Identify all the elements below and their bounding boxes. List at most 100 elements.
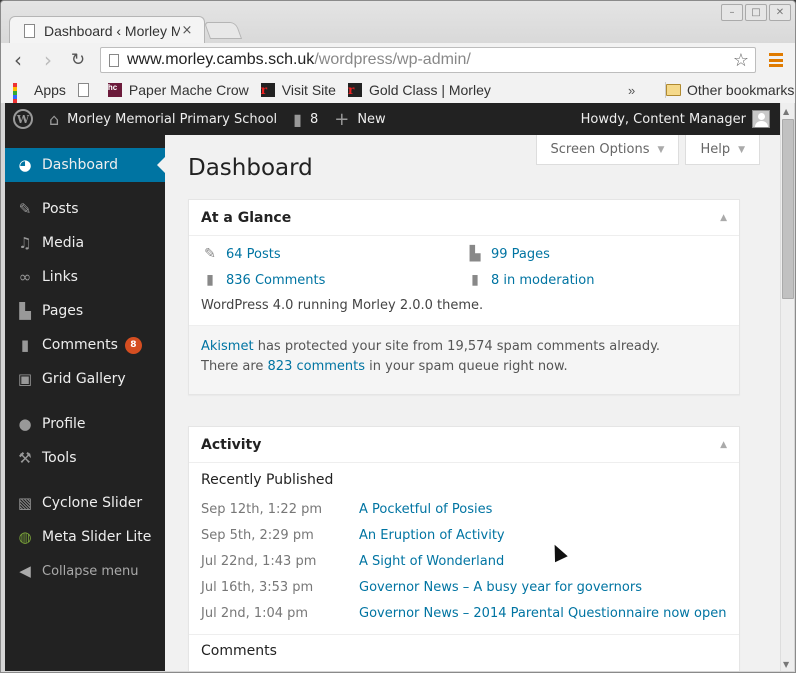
list-item: Jul 22nd, 1:43 pm A Sight of Wonderland <box>201 548 727 574</box>
back-button[interactable]: ‹ <box>5 47 31 73</box>
forward-button[interactable]: › <box>35 47 61 73</box>
window-controls: – □ ✕ <box>721 4 791 21</box>
sidebar-item-cyclone-slider[interactable]: ▧ Cyclone Slider <box>5 486 165 520</box>
list-item: Sep 5th, 2:29 pm An Eruption of Activity <box>201 522 727 548</box>
sidebar-item-media[interactable]: ♫ Media <box>5 226 165 260</box>
site-name-link[interactable]: ⌂ Morley Memorial Primary School <box>41 103 285 135</box>
sidebar-item-label: Comments <box>42 337 118 353</box>
moderation-count-link[interactable]: ▮ 8 in moderation <box>466 272 731 288</box>
browser-window: Dashboard ‹ Morley M × – □ ✕ ‹ › ↻ www.m… <box>0 0 796 673</box>
post-title-link[interactable]: Governor News – A busy year for governor… <box>359 580 642 595</box>
url-text[interactable]: www.morley.cambs.sch.uk/wordpress/wp-adm… <box>127 51 733 69</box>
akismet-stats: Akismet has protected your site from 19,… <box>189 325 739 394</box>
post-title-link[interactable]: A Sight of Wonderland <box>359 554 504 569</box>
media-icon: ♫ <box>18 234 32 252</box>
post-date: Jul 2nd, 1:04 pm <box>201 605 309 621</box>
post-title-link[interactable]: An Eruption of Activity <box>359 528 505 543</box>
new-tab-button[interactable] <box>203 22 243 39</box>
sidebar-item-label: Grid Gallery <box>42 371 126 387</box>
sidebar-item-profile[interactable]: ● Profile <box>5 407 165 441</box>
comments-count-link[interactable]: ▮ 836 Comments <box>201 272 466 288</box>
bookmark-page[interactable] <box>77 83 96 97</box>
sidebar-item-label: Tools <box>42 450 77 466</box>
sidebar-item-dashboard[interactable]: ◕ Dashboard <box>5 148 165 182</box>
sidebar-item-posts[interactable]: ✎ Posts <box>5 192 165 226</box>
post-title-link[interactable]: Governor News – 2014 Parental Questionna… <box>359 606 727 621</box>
spam-queue-text: in your spam queue right now. <box>365 358 568 374</box>
pages-icon: ▙ <box>19 302 31 320</box>
wp-logo-menu[interactable]: W <box>5 103 41 135</box>
posts-count: 64 Posts <box>226 246 281 262</box>
sidebar-item-label: Pages <box>42 303 84 319</box>
reload-icon: ↻ <box>70 50 86 70</box>
bookmark-label: Apps <box>34 82 66 98</box>
sidebar-item-meta-slider[interactable]: ◍ Meta Slider Lite <box>5 520 165 554</box>
maximize-button[interactable]: □ <box>745 4 767 21</box>
minimize-button[interactable]: – <box>721 4 743 21</box>
admin-bar: W ⌂ Morley Memorial Primary School ▮ 8 +… <box>5 103 780 135</box>
new-content-menu[interactable]: + New <box>326 103 393 135</box>
sidebar-item-label: Cyclone Slider <box>42 495 143 511</box>
sidebar-item-links[interactable]: ∞ Links <box>5 260 165 294</box>
browser-menu-icon[interactable] <box>769 53 783 67</box>
scroll-down-arrow-icon[interactable]: ▼ <box>783 660 789 669</box>
collapse-toggle-icon[interactable]: ▲ <box>720 440 727 450</box>
help-button[interactable]: Help ▼ <box>685 135 760 165</box>
pages-count-link[interactable]: ▙ 99 Pages <box>466 246 731 262</box>
other-bookmarks[interactable]: Other bookmarks <box>665 82 794 98</box>
list-item: Sep 12th, 1:22 pm A Pocketful of Posies <box>201 496 727 522</box>
spam-queue-link[interactable]: 823 comments <box>268 359 365 374</box>
sidebar-item-comments[interactable]: ▮ Comments 8 <box>5 328 165 362</box>
widget-header[interactable]: At a Glance ▲ <box>189 200 739 236</box>
bookmark-visit-site[interactable]: r Visit Site <box>260 82 336 98</box>
recently-published-heading: Recently Published <box>201 472 334 488</box>
collapse-toggle-icon[interactable]: ▲ <box>720 213 727 223</box>
comments-link[interactable]: ▮ 8 <box>285 103 326 135</box>
bookmark-paper-mache[interactable]: hc Paper Mache Crow <box>107 82 249 98</box>
post-date: Sep 5th, 2:29 pm <box>201 527 314 543</box>
wordpress-logo-icon: W <box>13 109 33 129</box>
page-scrollbar[interactable]: ▲ ▼ <box>780 103 794 671</box>
address-bar[interactable]: www.morley.cambs.sch.uk/wordpress/wp-adm… <box>100 47 756 73</box>
sidebar-item-label: Dashboard <box>42 157 118 173</box>
bookmark-star-icon[interactable]: ☆ <box>733 50 749 71</box>
comment-icon: ▮ <box>20 336 30 354</box>
browser-tab[interactable]: Dashboard ‹ Morley M × <box>9 16 205 44</box>
widget-header[interactable]: Activity ▲ <box>189 427 739 463</box>
my-account-menu[interactable]: Howdy, Content Manager <box>581 103 770 135</box>
howdy-text: Howdy, Content Manager <box>580 111 746 127</box>
posts-count-link[interactable]: ✎ 64 Posts <box>201 246 466 262</box>
tab-close-icon[interactable]: × <box>180 23 194 38</box>
collapse-menu-button[interactable]: ◀ Collapse menu <box>5 554 165 588</box>
main-content: Screen Options ▼ Help ▼ Dashboard At a G… <box>165 135 780 671</box>
dashboard-icon: ◕ <box>18 156 32 174</box>
sidebar-item-grid-gallery[interactable]: ▣ Grid Gallery <box>5 362 165 396</box>
bookmark-label: Paper Mache Crow <box>128 82 249 98</box>
screen-meta-links: Screen Options ▼ Help ▼ <box>535 135 760 165</box>
bookmark-label: Gold Class | Morley <box>368 82 491 98</box>
menu-separator <box>5 475 165 486</box>
list-item: Jul 16th, 3:53 pm Governor News – A busy… <box>201 574 727 600</box>
sidebar-item-pages[interactable]: ▙ Pages <box>5 294 165 328</box>
screen-options-button[interactable]: Screen Options ▼ <box>535 135 680 165</box>
bookmarks-overflow-button[interactable]: » <box>628 83 635 98</box>
collapse-arrow-icon: ◀ <box>19 562 31 580</box>
comments-count: 836 Comments <box>226 272 326 288</box>
wrench-icon: ⚒ <box>18 449 32 467</box>
bookmark-gold-class[interactable]: r Gold Class | Morley <box>347 82 491 98</box>
scrollbar-thumb[interactable] <box>782 119 794 299</box>
page-icon <box>24 23 35 38</box>
scroll-up-arrow-icon[interactable]: ▲ <box>783 107 789 116</box>
bookmark-apps[interactable]: Apps <box>13 82 66 119</box>
comments-count-badge: 8 <box>124 336 142 354</box>
list-item: Jul 2nd, 1:04 pm Governor News – 2014 Pa… <box>201 600 727 626</box>
sidebar-item-tools[interactable]: ⚒ Tools <box>5 441 165 475</box>
post-date: Jul 16th, 3:53 pm <box>201 579 314 595</box>
akismet-link[interactable]: Akismet <box>201 339 254 354</box>
post-title-link[interactable]: A Pocketful of Posies <box>359 502 492 517</box>
reload-button[interactable]: ↻ <box>65 47 91 73</box>
sidebar-item-label: Posts <box>42 201 79 217</box>
close-window-button[interactable]: ✕ <box>769 4 791 21</box>
comment-count: 8 <box>309 111 319 127</box>
bookmarks-bar: Apps hc Paper Mache Crow r Visit Site r … <box>1 77 795 119</box>
